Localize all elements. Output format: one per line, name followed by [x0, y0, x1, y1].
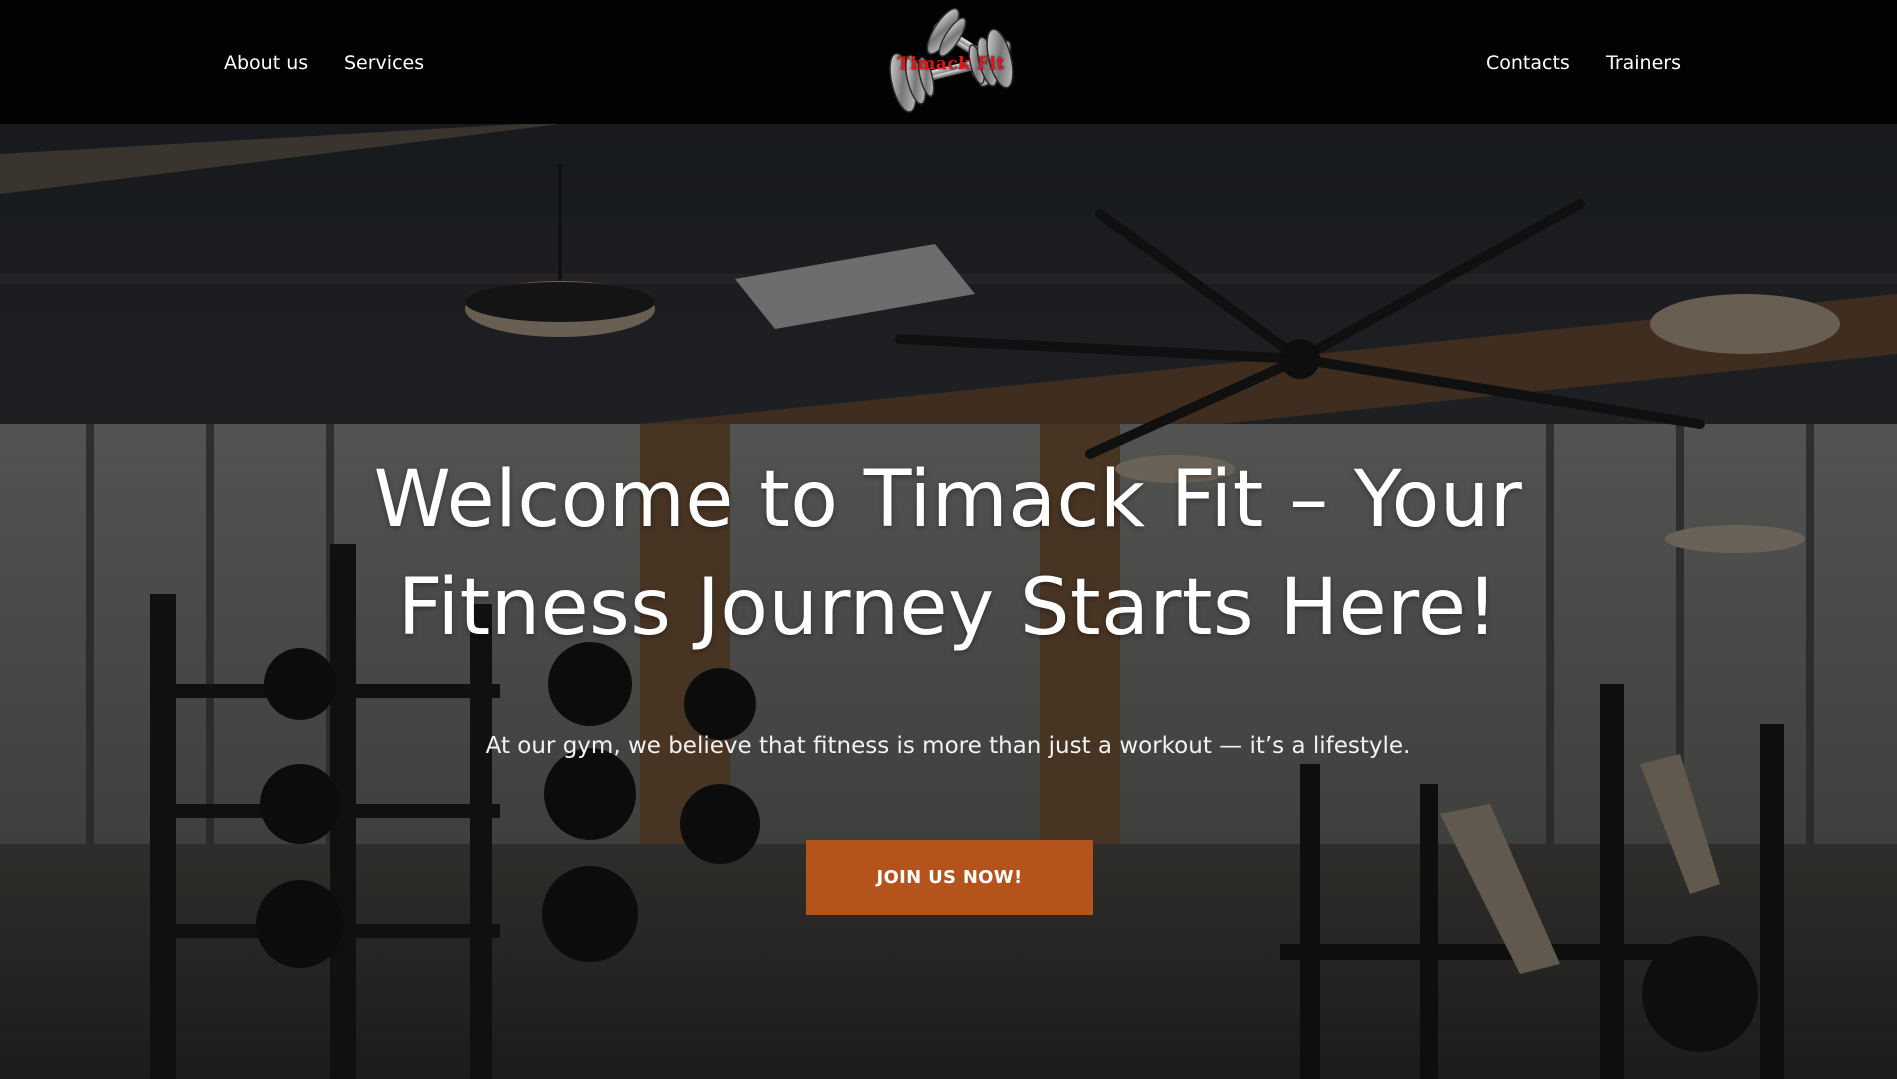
site-logo[interactable]: Timack Fit	[872, 4, 1028, 116]
nav-link-about-us[interactable]: About us	[224, 50, 308, 76]
nav-link-contacts[interactable]: Contacts	[1486, 50, 1570, 76]
nav-link-services[interactable]: Services	[344, 50, 424, 76]
nav-link-trainers[interactable]: Trainers	[1606, 50, 1681, 76]
page: About us Services Timack Fit Contacts Tr…	[0, 0, 1897, 1079]
hero-title-line-2: Fitness Journey Starts Here!	[397, 563, 1499, 653]
hero-subtitle: At our gym, we believe that fitness is m…	[485, 733, 1411, 759]
site-header: About us Services Timack Fit Contacts Tr…	[0, 0, 1897, 124]
hero-title-line-1: Welcome to Timack Fit – Your	[373, 455, 1523, 545]
join-us-button[interactable]: JOIN US NOW!	[806, 840, 1093, 915]
hero-title: Welcome to Timack Fit – Your Fitness Jour…	[248, 446, 1648, 662]
logo-text: Timack Fit	[897, 54, 1005, 74]
hero-section: Welcome to Timack Fit – Your Fitness Jour…	[0, 124, 1897, 1079]
